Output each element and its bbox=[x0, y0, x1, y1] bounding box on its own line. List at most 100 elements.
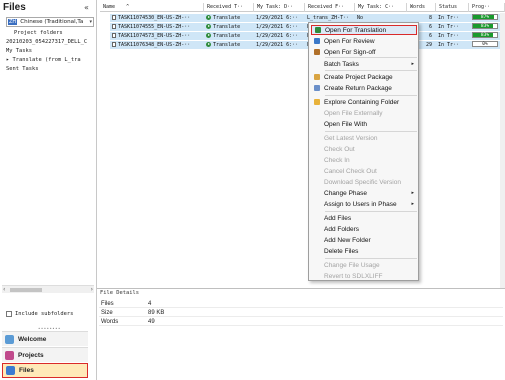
checkbox-box[interactable] bbox=[6, 311, 12, 317]
cell-due: 1/29/2021 6:·· bbox=[256, 42, 299, 48]
return-package-icon bbox=[314, 85, 320, 91]
context-menu: Open For Translation Open For Review Open … bbox=[308, 22, 419, 281]
scroll-right-icon[interactable]: › bbox=[91, 286, 93, 293]
menu-item-open-file-with[interactable]: Open File With bbox=[311, 119, 417, 129]
menu-item-download-version: Download Specific Version bbox=[311, 177, 417, 187]
menu-item-change-phase[interactable]: Change Phase ▸ bbox=[311, 188, 417, 198]
nav-projects-button[interactable]: Projects bbox=[2, 347, 88, 362]
document-icon bbox=[112, 42, 116, 47]
cell-due: 1/29/2021 6:·· bbox=[256, 15, 299, 21]
document-icon bbox=[112, 15, 116, 20]
tree-expander-icon[interactable]: ▸ bbox=[6, 57, 9, 63]
detail-value: 49 bbox=[148, 318, 155, 325]
tree-item-translate-task[interactable]: ▸ Translate (from L_tra bbox=[6, 57, 81, 63]
progress-bar: 83% bbox=[472, 23, 498, 29]
language-dropdown-value: Chinese (Traditional,Ta bbox=[20, 19, 84, 25]
tree-item-project-folders[interactable]: Project folders bbox=[14, 30, 63, 36]
cell-status: In Tr·· bbox=[438, 42, 460, 48]
menu-item-add-folders[interactable]: Add Folders bbox=[311, 224, 417, 234]
column-header-received-task[interactable]: Received T·· bbox=[204, 3, 254, 12]
menu-separator bbox=[325, 57, 417, 58]
chevron-down-icon: ▾ bbox=[89, 19, 92, 25]
tree-item-sent-tasks[interactable]: Sent Tasks bbox=[6, 66, 38, 72]
menu-item-revert-sdlxliff: Revert to SDLXLIFF bbox=[311, 271, 417, 281]
detail-key: Files bbox=[101, 300, 114, 307]
file-details-title: File Details bbox=[100, 290, 139, 296]
progress-label: 83% bbox=[480, 33, 490, 38]
menu-item-open-signoff[interactable]: Open For Sign-off bbox=[311, 47, 417, 57]
menu-item-label: Explore Containing Folder bbox=[324, 98, 400, 106]
translate-task-icon bbox=[206, 24, 211, 29]
menu-item-explore-folder[interactable]: Explore Containing Folder bbox=[311, 97, 417, 107]
menu-item-label: Open For Sign-off bbox=[324, 48, 376, 56]
menu-item-label: Add Files bbox=[324, 214, 352, 222]
cell-received-from: L_trans_ZH-T·· bbox=[307, 15, 350, 21]
pane-title: Files bbox=[3, 2, 26, 13]
menu-item-create-project-package[interactable]: Create Project Package bbox=[311, 72, 417, 82]
language-flag-icon: ZH bbox=[8, 19, 18, 25]
column-header-words[interactable]: Words bbox=[407, 3, 436, 12]
cell-received-task: Translate bbox=[204, 23, 254, 31]
files-icon bbox=[6, 366, 15, 375]
progress-label: 83% bbox=[480, 24, 490, 29]
detail-value: 4 bbox=[148, 300, 152, 307]
column-header-complete[interactable]: My Task: C·· bbox=[355, 3, 407, 12]
menu-item-open-translation[interactable]: Open For Translation bbox=[311, 25, 417, 35]
menu-item-cancel-checkout: Cancel Check Out bbox=[311, 166, 417, 176]
task-type: Translate bbox=[213, 24, 241, 30]
column-header-received-from[interactable]: Received F·· bbox=[305, 3, 355, 12]
detail-row: Words 49 bbox=[99, 318, 503, 326]
menu-item-label: Get Latest Version bbox=[324, 134, 378, 142]
cell-status: In Tr·· bbox=[438, 15, 460, 21]
menu-item-assign-users[interactable]: Assign to Users in Phase ▸ bbox=[311, 199, 417, 209]
translate-task-icon bbox=[206, 15, 211, 20]
menu-item-label: Change Phase bbox=[324, 189, 368, 197]
menu-item-create-return-package[interactable]: Create Return Package bbox=[311, 83, 417, 93]
menu-item-add-new-folder[interactable]: Add New Folder bbox=[311, 235, 417, 245]
menu-item-label: Delete Files bbox=[324, 247, 359, 255]
vertical-scrollbar[interactable] bbox=[500, 13, 505, 288]
scrollbar-thumb[interactable] bbox=[10, 288, 42, 292]
menu-item-open-externally: Open File Externally bbox=[311, 108, 417, 118]
scroll-left-icon[interactable]: ‹ bbox=[3, 286, 5, 293]
nav-welcome-button[interactable]: Welcome bbox=[2, 331, 88, 346]
progress-bar: 0% bbox=[472, 41, 498, 47]
tree-item-translate-label: Translate (from L_tra bbox=[12, 57, 81, 63]
menu-item-add-files[interactable]: Add Files bbox=[311, 213, 417, 223]
cell-received-task: Translate bbox=[204, 32, 254, 40]
document-icon bbox=[112, 24, 116, 29]
horizontal-scrollbar[interactable]: ‹ › bbox=[2, 285, 94, 293]
file-name: TASK11074555_EN-US-ZH-·· bbox=[118, 24, 191, 30]
column-header-due[interactable]: My Task: D·· bbox=[254, 3, 305, 12]
menu-separator bbox=[325, 211, 417, 212]
translate-task-icon bbox=[206, 33, 211, 38]
cell-name: TASK11076348_EN-US-ZH-·· bbox=[110, 41, 204, 49]
files-navigation-pane: Files « ZH Chinese (Traditional,Ta ▾ Pro… bbox=[0, 0, 97, 380]
detail-row: Size 89 KB bbox=[99, 309, 503, 317]
open-signoff-icon bbox=[314, 49, 320, 55]
column-header-name[interactable]: Name ^ bbox=[100, 3, 204, 12]
submenu-arrow-icon: ▸ bbox=[411, 201, 414, 207]
collapse-pane-button[interactable]: « bbox=[84, 3, 89, 12]
include-subfolders-checkbox[interactable]: Include subfolders bbox=[6, 311, 73, 317]
detail-row: Files 4 bbox=[99, 300, 503, 308]
menu-separator bbox=[325, 131, 417, 132]
tree-item-project[interactable]: 20210203_054227317_DELL_C bbox=[6, 39, 87, 45]
menu-item-open-review[interactable]: Open For Review bbox=[311, 36, 417, 46]
menu-separator bbox=[325, 95, 417, 96]
cell-received-task: Translate bbox=[204, 14, 254, 22]
detail-value: 89 KB bbox=[148, 309, 165, 316]
table-row[interactable]: TASK11074530_EN-US-ZH-·· Translate 1/29/20… bbox=[110, 14, 505, 22]
file-name: TASK11076348_EN-US-ZH-·· bbox=[118, 42, 191, 48]
menu-item-batch-tasks[interactable]: Batch Tasks ▸ bbox=[311, 59, 417, 69]
submenu-arrow-icon: ▸ bbox=[411, 190, 414, 196]
submenu-arrow-icon: ▸ bbox=[411, 61, 414, 67]
translate-task-icon bbox=[206, 42, 211, 47]
column-header-progress[interactable]: Prog·· bbox=[469, 3, 505, 12]
tree-item-my-tasks[interactable]: My Tasks bbox=[6, 48, 32, 54]
language-dropdown[interactable]: ZH Chinese (Traditional,Ta ▾ bbox=[6, 17, 94, 27]
menu-item-label: Open For Review bbox=[324, 37, 375, 45]
column-header-status[interactable]: Status bbox=[436, 3, 469, 12]
menu-item-delete-files[interactable]: Delete Files bbox=[311, 246, 417, 256]
nav-files-button[interactable]: Files bbox=[2, 363, 88, 378]
